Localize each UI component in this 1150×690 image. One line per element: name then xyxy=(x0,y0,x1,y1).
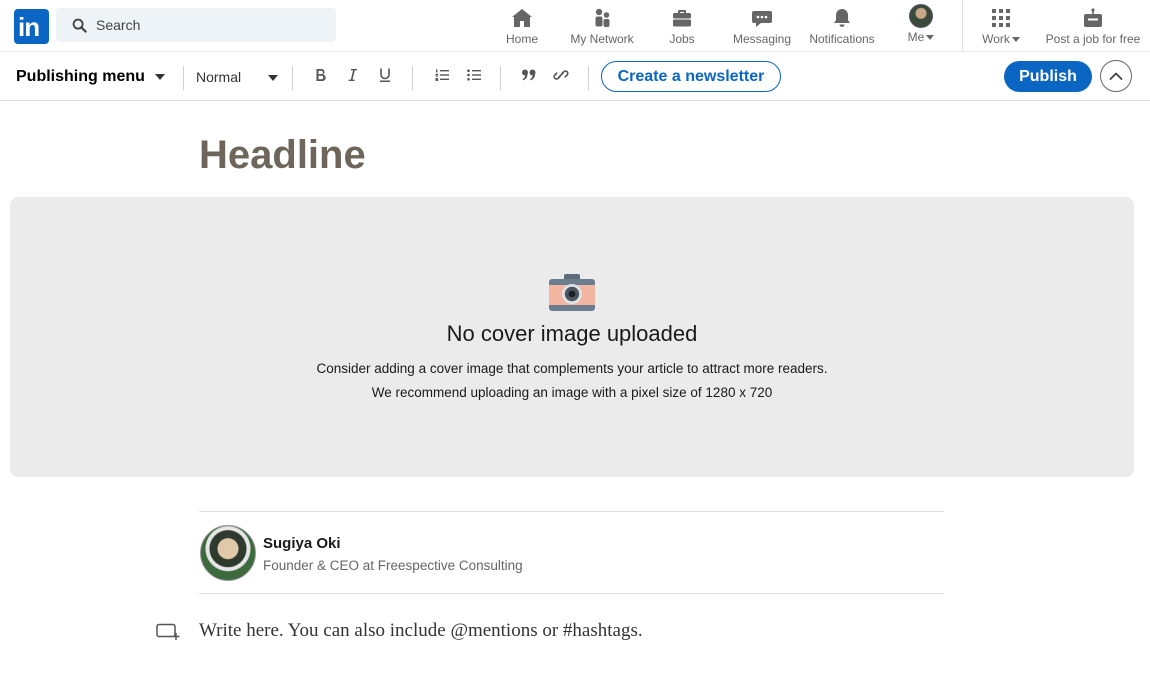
publishing-menu[interactable]: Publishing menu xyxy=(16,52,145,101)
cover-hint-line-2: We recommend uploading an image with a p… xyxy=(371,385,773,400)
italic-button[interactable] xyxy=(340,64,366,90)
chat-icon xyxy=(752,11,772,27)
nav-my-network[interactable]: My Network xyxy=(564,4,640,48)
author-headline: Founder & CEO at Freespective Consulting xyxy=(263,558,523,573)
nav-post-job[interactable]: Post a job for free xyxy=(1040,4,1146,48)
underline-icon xyxy=(380,68,390,82)
author-divider-top xyxy=(199,511,944,512)
italic-icon xyxy=(348,69,357,81)
nav-notifications-label: Notifications xyxy=(809,32,875,46)
nav-divider xyxy=(962,0,963,52)
link-icon xyxy=(553,70,569,80)
nav-my-network-label: My Network xyxy=(570,32,634,46)
toolbar-divider xyxy=(292,66,293,90)
bulleted-list-icon xyxy=(467,69,481,81)
publishing-menu-label: Publishing menu xyxy=(16,68,145,85)
create-newsletter-button[interactable]: Create a newsletter xyxy=(601,61,781,92)
grid-icon xyxy=(992,9,1010,27)
linkedin-logo[interactable]: in xyxy=(14,9,49,44)
author-name: Sugiya Oki xyxy=(263,535,341,552)
home-icon xyxy=(512,9,532,27)
nav-me-label-wrap: Me xyxy=(898,30,944,44)
nav-me[interactable]: Me xyxy=(898,4,944,48)
cover-hint-line-1: Consider adding a cover image that compl… xyxy=(316,361,828,376)
search-icon xyxy=(72,18,87,33)
bell-icon xyxy=(834,9,850,27)
underline-button[interactable] xyxy=(372,64,398,90)
collapse-toolbar-button[interactable] xyxy=(1100,60,1132,92)
nav-work-label-wrap: Work xyxy=(978,32,1024,46)
camera-icon xyxy=(549,274,595,311)
nav-me-label: Me xyxy=(907,30,925,44)
nav-jobs-label: Jobs xyxy=(669,32,695,46)
nav-work-label: Work xyxy=(982,32,1010,46)
avatar xyxy=(909,4,933,28)
nav-post-job-label: Post a job for free xyxy=(1045,32,1141,46)
nav-jobs[interactable]: Jobs xyxy=(662,4,702,48)
post-job-icon xyxy=(1084,8,1102,27)
toolbar-divider xyxy=(412,66,413,90)
chevron-up-icon xyxy=(1109,72,1123,80)
add-media-icon[interactable] xyxy=(156,623,180,641)
nav-home[interactable]: Home xyxy=(497,4,547,48)
nav-notifications[interactable]: Notifications xyxy=(804,4,880,48)
bulleted-list-button[interactable] xyxy=(461,64,487,90)
nav-work[interactable]: Work xyxy=(978,4,1024,48)
bold-icon xyxy=(316,69,326,82)
headline-input[interactable]: Headline xyxy=(199,133,366,178)
publish-button[interactable]: Publish xyxy=(1004,61,1092,92)
search-box[interactable] xyxy=(56,8,336,42)
people-icon xyxy=(595,8,610,27)
author-divider-bottom xyxy=(199,593,944,594)
cover-image-area[interactable]: No cover image uploaded Consider adding … xyxy=(10,197,1134,477)
cover-title: No cover image uploaded xyxy=(446,321,698,346)
briefcase-icon xyxy=(673,10,691,27)
text-style-select[interactable]: Normal xyxy=(196,52,241,101)
logo-text: in xyxy=(18,12,40,42)
toolbar-divider xyxy=(588,66,589,90)
search-input[interactable] xyxy=(96,8,326,42)
toolbar-divider xyxy=(183,66,184,90)
link-button[interactable] xyxy=(548,64,574,90)
global-nav: in Home My Network Jobs xyxy=(0,0,1150,52)
text-style-value: Normal xyxy=(196,69,242,85)
toolbar-divider xyxy=(500,66,501,90)
nav-home-label: Home xyxy=(505,32,538,46)
quote-icon xyxy=(522,69,536,81)
chevron-down-icon[interactable] xyxy=(268,75,278,81)
article-body-input[interactable]: Write here. You can also include @mentio… xyxy=(199,620,643,642)
editor-toolbar: Publishing menu Normal xyxy=(0,52,1150,101)
nav-messaging-label: Messaging xyxy=(732,32,792,46)
bold-button[interactable] xyxy=(308,64,334,90)
numbered-list-button[interactable] xyxy=(429,64,455,90)
chevron-down-icon[interactable] xyxy=(155,74,165,80)
quote-button[interactable] xyxy=(516,64,542,90)
chevron-down-icon xyxy=(1011,37,1020,42)
chevron-down-icon xyxy=(926,35,935,40)
numbered-list-icon xyxy=(435,69,449,81)
nav-messaging[interactable]: Messaging xyxy=(728,4,796,48)
author-avatar xyxy=(200,525,256,581)
